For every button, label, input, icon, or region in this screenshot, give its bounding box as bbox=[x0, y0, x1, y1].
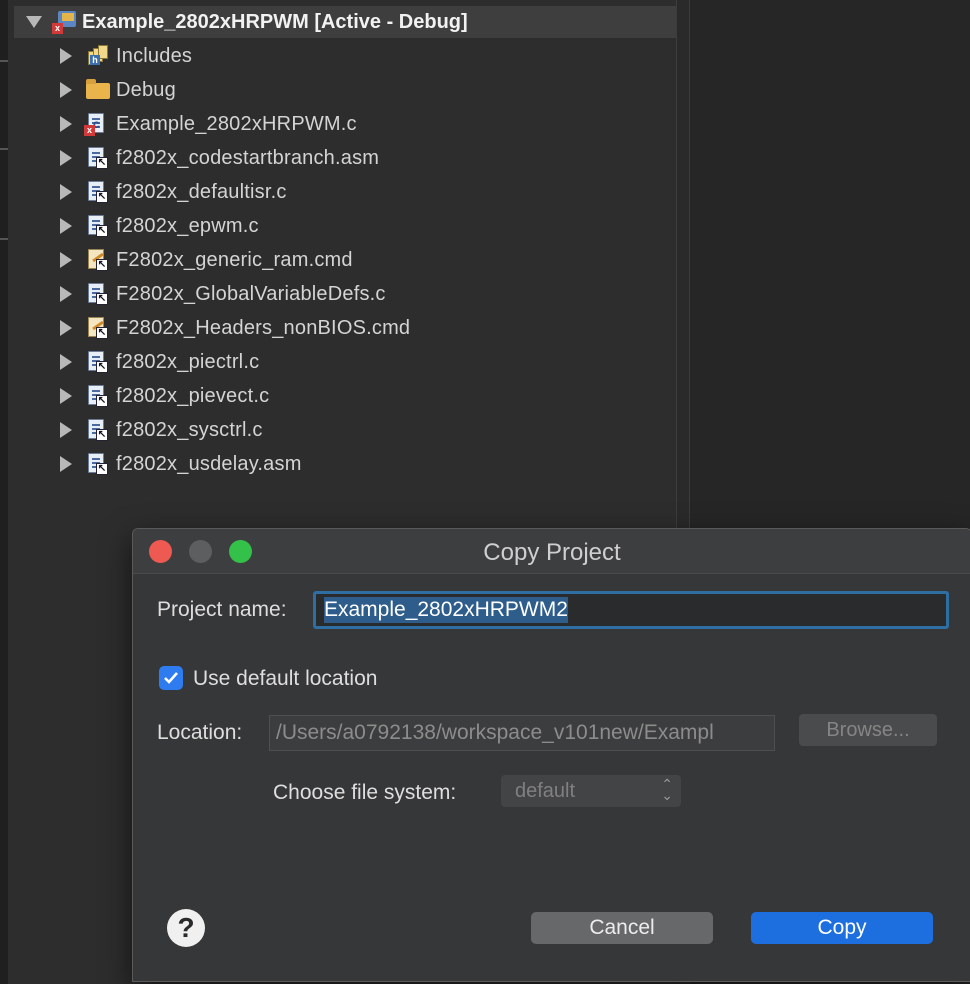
linked-file-icon: ↖ bbox=[84, 213, 110, 239]
tree-item-label: f2802x_defaultisr.c bbox=[116, 180, 287, 203]
left-edge-strip bbox=[0, 0, 8, 984]
dialog-title: Copy Project bbox=[483, 539, 621, 566]
tree-item-label: F2802x_GlobalVariableDefs.c bbox=[116, 282, 386, 305]
includes-icon: h bbox=[84, 43, 110, 69]
collapse-arrow-icon[interactable] bbox=[26, 16, 42, 28]
linked-file-icon: ↖ bbox=[84, 417, 110, 443]
c-file-error-icon: cx bbox=[84, 111, 110, 137]
help-icon[interactable]: ? bbox=[167, 909, 205, 947]
expand-arrow-icon[interactable] bbox=[60, 116, 72, 132]
location-label: Location: bbox=[157, 721, 243, 744]
edge-mark bbox=[0, 60, 8, 62]
tree-item-label: f2802x_epwm.c bbox=[116, 214, 259, 237]
expand-arrow-icon[interactable] bbox=[60, 354, 72, 370]
tree-item-label: f2802x_sysctrl.c bbox=[116, 418, 263, 441]
tree-item[interactable]: ↖ f2802x_pievect.c bbox=[60, 380, 269, 412]
expand-arrow-icon[interactable] bbox=[60, 320, 72, 336]
expand-arrow-icon[interactable] bbox=[60, 456, 72, 472]
tree-item[interactable]: ↖ f2802x_epwm.c bbox=[60, 210, 259, 242]
linked-cmd-file-icon: ↖ bbox=[84, 247, 110, 273]
tree-item[interactable]: h Includes bbox=[60, 40, 192, 72]
project-root-row[interactable]: x Example_2802xHRPWM [Active - Debug] bbox=[14, 6, 678, 38]
expand-arrow-icon[interactable] bbox=[60, 422, 72, 438]
tree-item[interactable]: Debug bbox=[60, 74, 176, 106]
tree-item-label: f2802x_piectrl.c bbox=[116, 350, 260, 373]
expand-arrow-icon[interactable] bbox=[60, 252, 72, 268]
linked-file-icon: ↖ bbox=[84, 383, 110, 409]
project-error-icon: x bbox=[50, 9, 76, 35]
expand-arrow-icon[interactable] bbox=[60, 184, 72, 200]
use-default-location-checkbox[interactable] bbox=[159, 666, 183, 690]
file-system-select[interactable]: default ⌃ ⌄ bbox=[501, 775, 681, 807]
expand-arrow-icon[interactable] bbox=[60, 286, 72, 302]
panel-splitter[interactable] bbox=[676, 0, 690, 540]
tree-item-label: f2802x_pievect.c bbox=[116, 384, 270, 407]
tree-item-label: F2802x_generic_ram.cmd bbox=[116, 248, 353, 271]
tree-item[interactable]: ↖ f2802x_defaultisr.c bbox=[60, 176, 287, 208]
linked-file-icon: ↖ bbox=[84, 451, 110, 477]
expand-arrow-icon[interactable] bbox=[60, 150, 72, 166]
tree-item[interactable]: ↖ f2802x_piectrl.c bbox=[60, 346, 259, 378]
expand-arrow-icon[interactable] bbox=[60, 82, 72, 98]
expand-arrow-icon[interactable] bbox=[60, 48, 72, 64]
linked-file-icon: ↖ bbox=[84, 281, 110, 307]
tree-item-label: F2802x_Headers_nonBIOS.cmd bbox=[116, 316, 411, 339]
tree-item-label: Debug bbox=[116, 78, 176, 101]
linked-file-icon: ↖ bbox=[84, 179, 110, 205]
edge-mark bbox=[0, 148, 8, 150]
tree-item[interactable]: ↖ F2802x_GlobalVariableDefs.c bbox=[60, 278, 386, 310]
project-name-input[interactable]: Example_2802xHRPWM2 bbox=[313, 591, 949, 629]
tree-item-label: Includes bbox=[116, 44, 193, 67]
tree-item-label: f2802x_usdelay.asm bbox=[116, 452, 302, 475]
expand-arrow-icon[interactable] bbox=[60, 218, 72, 234]
browse-button[interactable]: Browse... bbox=[799, 714, 937, 746]
copy-project-dialog: Copy Project Project name: Example_2802x… bbox=[132, 528, 970, 982]
cancel-button[interactable]: Cancel bbox=[531, 912, 713, 944]
tree-item[interactable]: c x Example_2802xHRPWM.c bbox=[60, 108, 357, 140]
edge-mark bbox=[0, 238, 8, 240]
file-system-label: Choose file system: bbox=[273, 781, 457, 804]
dialog-titlebar[interactable]: Copy Project bbox=[133, 529, 970, 574]
tree-item[interactable]: ↖ f2802x_codestartbranch.asm bbox=[60, 142, 379, 174]
tree-item[interactable]: ↖ f2802x_usdelay.asm bbox=[60, 448, 302, 480]
use-default-location-label[interactable]: Use default location bbox=[193, 667, 377, 691]
location-input[interactable]: /Users/a0792138/workspace_v101new/Exampl bbox=[269, 715, 775, 751]
project-name-value: Example_2802xHRPWM2 bbox=[324, 597, 568, 623]
project-name-label: Project name: bbox=[157, 598, 287, 621]
project-root[interactable]: x Example_2802xHRPWM [Active - Debug] bbox=[26, 6, 468, 38]
location-value: /Users/a0792138/workspace_v101new/Exampl bbox=[276, 721, 714, 744]
tree-item[interactable]: ↖ F2802x_Headers_nonBIOS.cmd bbox=[60, 312, 410, 344]
linked-cmd-file-icon: ↖ bbox=[84, 315, 110, 341]
tree-item[interactable]: ↖ f2802x_sysctrl.c bbox=[60, 414, 263, 446]
chevron-updown-icon: ⌃ ⌄ bbox=[661, 776, 673, 803]
file-system-value: default bbox=[515, 779, 576, 802]
checkmark-icon bbox=[164, 672, 178, 684]
project-root-label: Example_2802xHRPWM [Active - Debug] bbox=[82, 10, 468, 33]
expand-arrow-icon[interactable] bbox=[60, 388, 72, 404]
tree-item[interactable]: ↖ F2802x_generic_ram.cmd bbox=[60, 244, 353, 276]
copy-button[interactable]: Copy bbox=[751, 912, 933, 944]
tree-item-label: f2802x_codestartbranch.asm bbox=[116, 146, 380, 169]
folder-icon bbox=[84, 77, 110, 103]
tree-item-label: Example_2802xHRPWM.c bbox=[116, 112, 357, 135]
linked-file-icon: ↖ bbox=[84, 349, 110, 375]
linked-file-icon: ↖ bbox=[84, 145, 110, 171]
